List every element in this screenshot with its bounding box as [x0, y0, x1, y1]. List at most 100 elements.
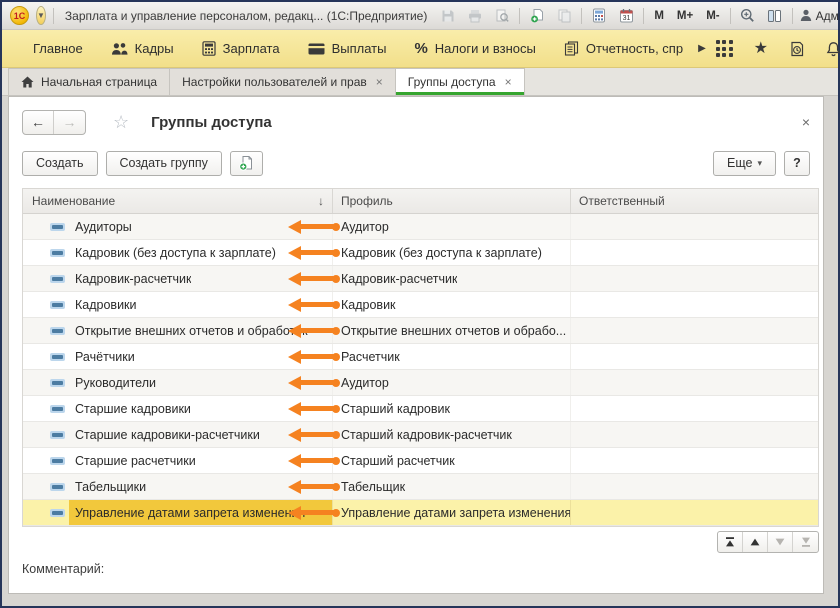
profile-name: Кадровик-расчетчик	[341, 272, 457, 286]
table-row[interactable]: Табельщики Табельщик	[23, 474, 818, 500]
cell-responsible	[571, 370, 818, 395]
create-copy-icon[interactable]	[527, 6, 547, 26]
group-name: Рачётчики	[75, 350, 135, 364]
create-group-button[interactable]: Создать группу	[106, 151, 222, 176]
table-row-selected[interactable]: Управление датами запрета изменения Упра…	[23, 500, 818, 526]
split-view-icon[interactable]	[765, 6, 785, 26]
memory-subtract-button[interactable]: M-	[703, 10, 722, 22]
section-payments[interactable]: Выплаты	[299, 30, 396, 67]
print-icon[interactable]	[465, 6, 485, 26]
access-group-icon	[50, 223, 65, 231]
calculator-icon	[202, 41, 216, 56]
ribbon-tools: ★	[716, 40, 840, 57]
table-row[interactable]: Старшие кадровики-расчетчики Старший кад…	[23, 422, 818, 448]
access-group-icon	[50, 457, 65, 465]
profile-name: Кадровик	[341, 298, 396, 312]
column-header-name[interactable]: Наименование ↓	[23, 189, 333, 213]
favorites-star-icon[interactable]: ★	[754, 41, 768, 57]
access-group-icon	[50, 405, 65, 413]
tab-home[interactable]: Начальная страница	[8, 68, 170, 95]
table-row[interactable]: Старшие кадровики Старший кадровик	[23, 396, 818, 422]
cell-name: Кадровик-расчетчик	[23, 266, 333, 291]
cell-name: Кадровик (без доступа к зарплате)	[23, 240, 333, 265]
cell-responsible	[571, 318, 818, 343]
section-hr[interactable]: Кадры	[102, 30, 183, 67]
copy-document-icon[interactable]	[554, 6, 574, 26]
divider	[643, 8, 644, 24]
command-bar-right: Еще ▾ ?	[713, 151, 810, 176]
section-taxes[interactable]: % Налоги и взносы	[405, 30, 544, 67]
1c-logo-icon: 1С	[10, 6, 29, 25]
divider	[730, 8, 731, 24]
tab-close-icon[interactable]: ×	[505, 75, 512, 89]
cell-profile: Расчетчик	[333, 344, 571, 369]
cell-profile: Аудитор	[333, 370, 571, 395]
table-row[interactable]: Кадровики Кадровик	[23, 292, 818, 318]
current-user-button[interactable]: Администратор	[800, 9, 840, 23]
tab-close-icon[interactable]: ×	[376, 75, 383, 89]
notifications-bell-icon[interactable]	[826, 41, 840, 57]
cell-name: Управление датами запрета изменения	[23, 500, 333, 525]
calculator-icon[interactable]	[589, 6, 609, 26]
section-label: Налоги и взносы	[435, 41, 536, 56]
access-group-icon	[50, 509, 65, 517]
more-button[interactable]: Еще ▾	[713, 151, 776, 176]
access-groups-table: Наименование ↓ Профиль Ответственный Ауд…	[22, 188, 819, 527]
access-group-icon	[50, 379, 65, 387]
user-icon	[800, 9, 812, 22]
go-previous-button[interactable]	[743, 532, 768, 552]
section-reports[interactable]: Отчетность, спр	[555, 30, 692, 67]
form-close-icon[interactable]: ×	[802, 114, 810, 130]
column-header-profile[interactable]: Профиль	[333, 189, 571, 213]
create-button[interactable]: Создать	[22, 151, 98, 176]
profile-name: Старший кадровик-расчетчик	[341, 428, 512, 442]
go-last-button[interactable]	[793, 532, 818, 552]
table-row[interactable]: Открытие внешних отчетов и обработок Отк…	[23, 318, 818, 344]
calendar-icon[interactable]: 31	[616, 6, 636, 26]
table-row[interactable]: Руководители Аудитор	[23, 370, 818, 396]
column-header-responsible[interactable]: Ответственный	[571, 189, 818, 213]
cell-name: Кадровики	[23, 292, 333, 317]
page-title: Группы доступа	[151, 114, 272, 131]
go-next-button[interactable]	[768, 532, 793, 552]
help-button[interactable]: ?	[784, 151, 810, 176]
memory-add-button[interactable]: M+	[674, 10, 696, 22]
section-salary[interactable]: Зарплата	[193, 30, 289, 67]
print-preview-icon[interactable]	[492, 6, 512, 26]
group-name: Кадровик (без доступа к зарплате)	[75, 246, 276, 260]
list-navigation-buttons	[717, 531, 819, 553]
tab-label: Начальная страница	[41, 75, 157, 89]
table-row[interactable]: Аудиторы Аудитор	[23, 214, 818, 240]
forward-button[interactable]: →	[54, 111, 85, 134]
section-main[interactable]: Главное	[24, 30, 92, 67]
column-label: Наименование	[32, 194, 115, 208]
table-row[interactable]: Кадровик-расчетчик Кадровик-расчетчик	[23, 266, 818, 292]
cell-profile: Старший расчетчик	[333, 448, 571, 473]
group-name: Управление датами запрета изменения	[75, 506, 305, 520]
group-name: Старшие кадровики	[75, 402, 191, 416]
tab-access-groups[interactable]: Группы доступа ×	[395, 68, 525, 95]
access-group-icon	[50, 483, 65, 491]
memory-store-button[interactable]: M	[651, 10, 667, 22]
zoom-icon[interactable]	[738, 6, 758, 26]
more-label: Еще	[727, 156, 752, 170]
people-icon	[111, 42, 128, 56]
apps-grid-icon[interactable]	[716, 40, 733, 57]
table-row[interactable]: Рачётчики Расчетчик	[23, 344, 818, 370]
cell-responsible	[571, 474, 818, 499]
sections-overflow-icon[interactable]: ▶	[698, 43, 706, 54]
back-button[interactable]: ←	[23, 111, 54, 134]
cell-name: Рачётчики	[23, 344, 333, 369]
table-row[interactable]: Кадровик (без доступа к зарплате) Кадров…	[23, 240, 818, 266]
main-menu-button[interactable]: ▼	[36, 6, 46, 25]
table-row[interactable]: Старшие расчетчики Старший расчетчик	[23, 448, 818, 474]
tab-user-settings[interactable]: Настройки пользователей и прав ×	[169, 68, 396, 95]
group-name: Руководители	[75, 376, 156, 390]
add-favorite-star-icon[interactable]: ☆	[113, 112, 129, 133]
create-by-copy-button[interactable]	[230, 151, 263, 176]
history-icon[interactable]	[789, 41, 805, 57]
cell-responsible	[571, 500, 818, 525]
group-name: Открытие внешних отчетов и обработок	[75, 324, 308, 338]
save-icon[interactable]	[438, 6, 458, 26]
go-first-button[interactable]	[718, 532, 743, 552]
